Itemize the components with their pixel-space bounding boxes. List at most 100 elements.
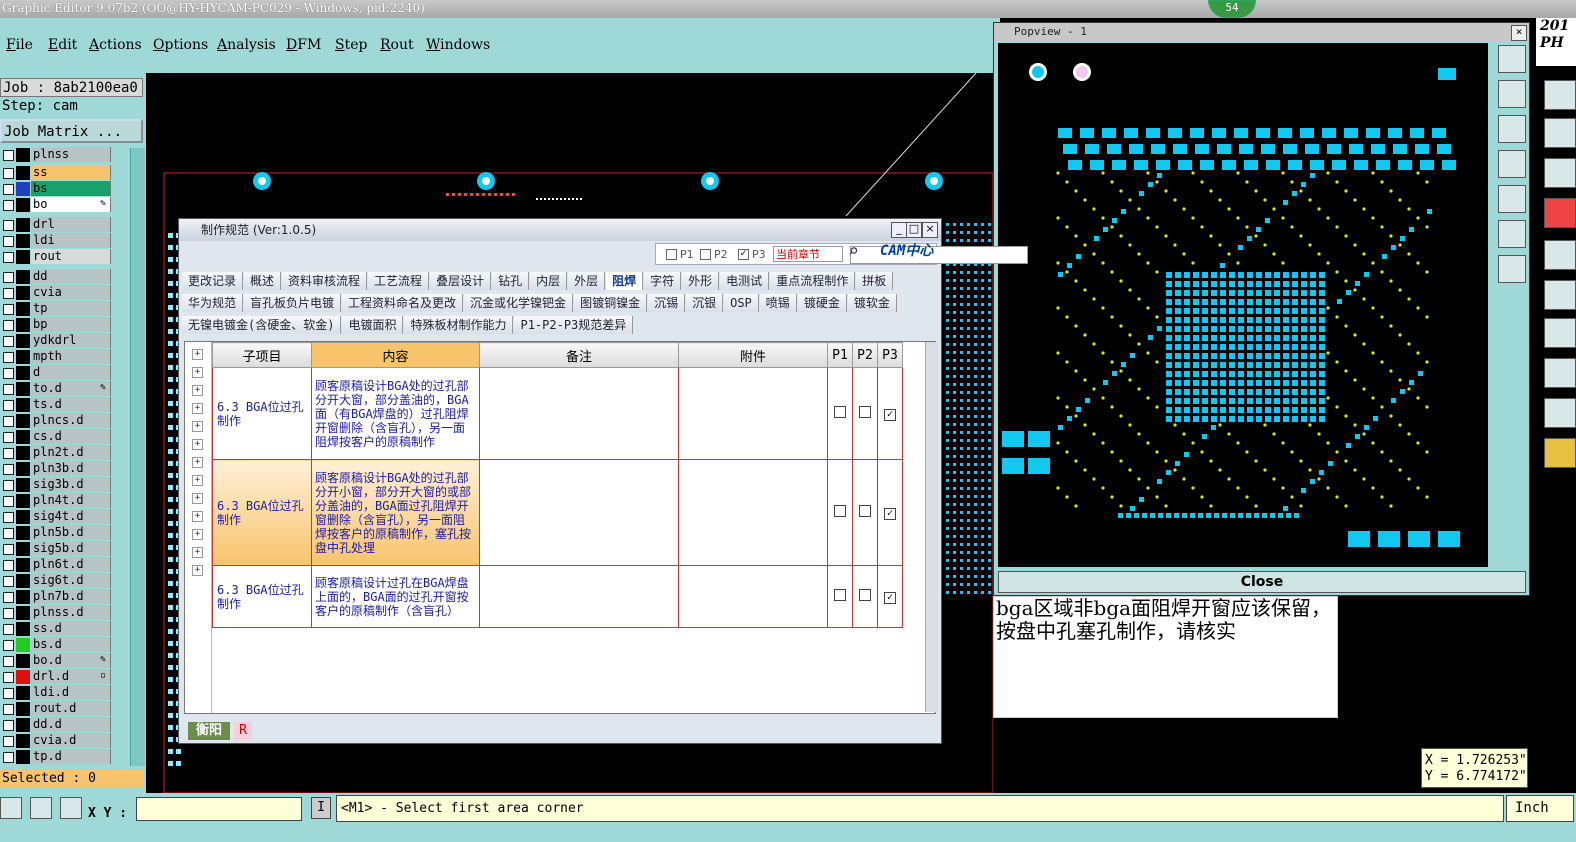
layer-row[interactable]: pln6t.d	[0, 557, 130, 573]
layer-checkbox[interactable]	[3, 640, 14, 651]
tree-expand-icon[interactable]: +	[192, 529, 203, 540]
chart-icon[interactable]	[1544, 438, 1576, 468]
layer-name[interactable]: cvia.d	[31, 733, 111, 748]
col-p1[interactable]: P1	[827, 342, 853, 368]
layer-name[interactable]: d	[31, 365, 111, 380]
layer-color-swatch[interactable]	[16, 622, 30, 636]
grid-tool-icon[interactable]	[60, 797, 82, 819]
layer-name[interactable]: ldi	[31, 233, 111, 248]
menu-windows[interactable]: Windows	[426, 37, 490, 53]
layer-row[interactable]: d	[0, 365, 130, 381]
layer-name[interactable]: bp	[31, 317, 111, 332]
p1-check[interactable]	[834, 505, 846, 517]
pv-left-icon[interactable]	[1498, 150, 1526, 178]
tab-tabs_row3-3[interactable]: P1-P2-P3规范差异	[514, 316, 634, 334]
layer-name[interactable]: cs.d	[31, 429, 111, 444]
layer-name[interactable]: sig5b.d	[31, 541, 111, 556]
tree-expand-icon[interactable]: +	[192, 349, 203, 360]
layer-name[interactable]: pln7b.d	[31, 589, 111, 604]
layer-row[interactable]: tp.d	[0, 749, 130, 765]
tree-expand-icon[interactable]: +	[192, 511, 203, 522]
layer-row[interactable]: cvia	[0, 285, 130, 301]
layer-color-swatch[interactable]	[16, 590, 30, 604]
menu-edit[interactable]: Edit	[48, 37, 77, 53]
layer-name[interactable]: bs.d	[31, 637, 111, 652]
layer-checkbox[interactable]	[3, 320, 14, 331]
layer-row[interactable]: cvia.d	[0, 733, 130, 749]
layer-color-swatch[interactable]	[16, 478, 30, 492]
layer-checkbox[interactable]	[3, 688, 14, 699]
layer-row[interactable]: ts.d	[0, 397, 130, 413]
layer-checkbox[interactable]	[3, 544, 14, 555]
layer-row[interactable]: sig4t.d	[0, 509, 130, 525]
layer-checkbox[interactable]	[3, 220, 14, 231]
layer-color-swatch[interactable]	[16, 494, 30, 508]
layer-name[interactable]: to.d	[31, 381, 111, 396]
menu-file[interactable]: File	[6, 37, 33, 53]
tab-tabs_row2-9[interactable]: 镀硬金	[797, 294, 847, 312]
hengyang-button[interactable]: 衡阳	[188, 722, 230, 740]
layer-checkbox[interactable]	[3, 416, 14, 427]
layer-color-swatch[interactable]	[16, 148, 30, 162]
layer-color-swatch[interactable]	[16, 302, 30, 316]
layer-color-swatch[interactable]	[16, 686, 30, 700]
tab-tabs_row1-11[interactable]: 电测试	[720, 272, 770, 290]
layer-checkbox[interactable]	[3, 288, 14, 299]
layer-name[interactable]: plnss.d	[31, 605, 111, 620]
layer-color-swatch[interactable]	[16, 382, 30, 396]
layer-name[interactable]: rout	[31, 249, 111, 264]
r-button[interactable]: R	[234, 722, 252, 740]
layer-name[interactable]: cvia	[31, 285, 111, 300]
layer-color-swatch[interactable]	[16, 250, 30, 264]
layer-color-swatch[interactable]	[16, 638, 30, 652]
layer-name[interactable]: plncs.d	[31, 413, 111, 428]
layer-name[interactable]: dd	[31, 269, 111, 284]
graph-icon[interactable]	[1544, 358, 1576, 388]
maximize-icon[interactable]: □	[906, 222, 922, 238]
tree-expand-icon[interactable]: +	[192, 475, 203, 486]
layer-checkbox[interactable]	[3, 150, 14, 161]
layer-row[interactable]: ldi.d	[0, 685, 130, 701]
layer-row[interactable]: dd.d	[0, 717, 130, 733]
tab-tabs_row2-1[interactable]: 盲孔板负片电镀	[244, 294, 342, 312]
layer-color-swatch[interactable]	[16, 318, 30, 332]
layer-row[interactable]: plnss	[0, 147, 130, 163]
layer-checkbox[interactable]	[3, 576, 14, 587]
measure-icon[interactable]	[1544, 118, 1576, 148]
layer-name[interactable]: pln4t.d	[31, 493, 111, 508]
layer-name[interactable]: ldi.d	[31, 685, 111, 700]
layer-checkbox[interactable]	[3, 168, 14, 179]
layer-checkbox[interactable]	[3, 252, 14, 263]
layer-row[interactable]: ydkdrl	[0, 333, 130, 349]
col-subitem[interactable]: 子项目	[212, 342, 312, 368]
tab-tabs_row1-2[interactable]: 资料审核流程	[282, 272, 368, 290]
p3-check[interactable]: ✓	[884, 592, 896, 604]
layer-row[interactable]: bs	[0, 181, 130, 197]
tree-expand-icon[interactable]: +	[192, 439, 203, 450]
pv-zoom-in-icon[interactable]	[1498, 220, 1526, 248]
tab-tabs_row2-6[interactable]: 沉银	[686, 294, 724, 312]
layer-color-swatch[interactable]	[16, 718, 30, 732]
p3-check[interactable]: ✓	[884, 508, 896, 520]
tab-tabs_row1-3[interactable]: 工艺流程	[368, 272, 430, 290]
layer-checkbox[interactable]	[3, 720, 14, 731]
layer-color-swatch[interactable]	[16, 430, 30, 444]
layer-name[interactable]: pln5b.d	[31, 525, 111, 540]
p1-check[interactable]	[834, 406, 846, 418]
layer-row[interactable]: dd	[0, 269, 130, 285]
layer-name[interactable]: bo.d	[31, 653, 111, 668]
table-scrollbar[interactable]	[925, 342, 938, 712]
layer-checkbox[interactable]	[3, 480, 14, 491]
layer-color-swatch[interactable]	[16, 702, 30, 716]
tab-tabs_row2-8[interactable]: 喷锡	[759, 294, 797, 312]
layer-row[interactable]: bo ✎	[0, 197, 130, 213]
layer-color-swatch[interactable]	[16, 734, 30, 748]
layer-name[interactable]: drl.d	[31, 669, 111, 684]
layer-color-swatch[interactable]	[16, 558, 30, 572]
layer-color-swatch[interactable]	[16, 606, 30, 620]
tree-expand-icon[interactable]: +	[192, 385, 203, 396]
layer-checkbox[interactable]	[3, 752, 14, 763]
layer-checkbox[interactable]	[3, 272, 14, 283]
layer-row[interactable]: drl	[0, 217, 130, 233]
pv-fit-icon[interactable]	[1498, 45, 1526, 73]
